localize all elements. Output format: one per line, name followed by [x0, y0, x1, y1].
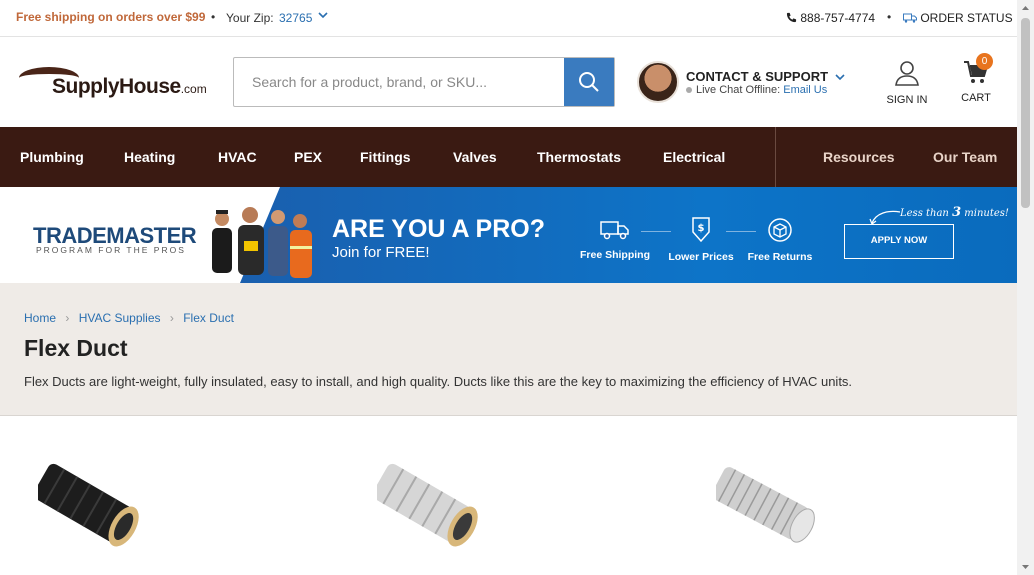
- search-button[interactable]: [564, 58, 614, 106]
- live-chat-status: Live Chat Offline: Email Us: [686, 84, 827, 96]
- nav-item-valves[interactable]: Valves: [453, 149, 497, 165]
- page-scrollbar[interactable]: [1017, 0, 1034, 575]
- search-icon: [579, 72, 599, 92]
- breadcrumb: Home › HVAC Supplies › Flex Duct: [24, 311, 234, 325]
- email-us-link[interactable]: Email Us: [783, 84, 827, 96]
- separator-dot: •: [887, 10, 892, 24]
- banner-heading: ARE YOU A PRO?: [332, 215, 545, 243]
- cart-label: CART: [961, 92, 991, 104]
- trademaster-tagline: PROGRAM FOR THE PROS: [36, 245, 186, 255]
- page-title: Flex Duct: [24, 335, 128, 361]
- nav-item-electrical[interactable]: Electrical: [663, 149, 725, 165]
- scroll-down-icon[interactable]: [1021, 562, 1030, 571]
- breadcrumb-flex-duct[interactable]: Flex Duct: [183, 311, 234, 325]
- apply-time-number: 3: [952, 205, 962, 220]
- free-shipping-notice[interactable]: Free shipping on orders over $99: [16, 10, 205, 24]
- nav-item-fittings[interactable]: Fittings: [360, 149, 411, 165]
- cart-button[interactable]: 0 CART: [958, 53, 994, 104]
- nav-item-thermostats[interactable]: Thermostats: [537, 149, 621, 165]
- phone-number: 888-757-4774: [800, 11, 876, 25]
- apply-time-note: Less than 3 minutes!: [900, 205, 1009, 220]
- category-header: Home › HVAC Supplies › Flex Duct Flex Du…: [0, 283, 1017, 416]
- banner-subheading: Join for FREE!: [332, 244, 430, 261]
- nav-item-resources[interactable]: Resources: [823, 149, 895, 165]
- breadcrumb-hvac-supplies[interactable]: HVAC Supplies: [79, 311, 161, 325]
- svg-text:$: $: [698, 223, 705, 234]
- feature-free-shipping: Free Shipping: [575, 217, 655, 261]
- utility-bar: Free shipping on orders over $99 • Your …: [0, 0, 1017, 37]
- order-status-link[interactable]: ORDER STATUS: [903, 11, 1013, 25]
- order-status-label: ORDER STATUS: [920, 11, 1013, 25]
- site-logo[interactable]: SupplyHouse.com: [19, 67, 209, 103]
- product-image-black-insulated-flex-duct[interactable]: [38, 460, 153, 560]
- nav-item-heating[interactable]: Heating: [124, 149, 175, 165]
- nav-divider: [775, 127, 776, 187]
- cart-count-badge: 0: [976, 53, 993, 70]
- category-description: Flex Ducts are light-weight, fully insul…: [24, 374, 853, 389]
- apply-time-post: minutes!: [964, 208, 1009, 219]
- chevron-down-icon: [835, 74, 845, 81]
- feature-lower-prices: $ Lower Prices: [661, 217, 741, 263]
- truck-icon: [903, 13, 917, 23]
- contact-support-menu[interactable]: CONTACT & SUPPORT: [686, 69, 845, 84]
- trademaster-promo-banner[interactable]: TRADEMASTER PROGRAM FOR THE PROS ARE YOU…: [0, 187, 1017, 283]
- feature-label: Free Shipping: [579, 249, 650, 261]
- feature-label: Lower Prices: [668, 251, 734, 263]
- user-icon: [895, 61, 919, 86]
- zip-value[interactable]: 32765: [279, 11, 312, 25]
- nav-item-pex[interactable]: PEX: [294, 149, 322, 165]
- search-input[interactable]: [234, 58, 565, 106]
- sign-in-label: SIGN IN: [886, 94, 928, 106]
- chevron-down-icon[interactable]: [318, 12, 328, 20]
- truck-icon: [600, 221, 629, 240]
- product-image-silver-insulated-flex-duct[interactable]: [377, 460, 492, 560]
- phone-link[interactable]: 888-757-4774: [786, 11, 875, 25]
- zip-label: Your Zip:: [226, 11, 274, 25]
- product-image-aluminum-flex-duct[interactable]: [716, 460, 831, 560]
- support-agent-avatar[interactable]: [637, 61, 679, 103]
- separator-dot: •: [211, 10, 216, 24]
- contact-support-label: CONTACT & SUPPORT: [686, 69, 829, 84]
- scrollbar-thumb[interactable]: [1021, 18, 1030, 208]
- return-box-icon: [768, 218, 792, 242]
- chat-status-text: Live Chat Offline:: [696, 84, 781, 96]
- offline-status-dot: [686, 87, 692, 94]
- site-header: SupplyHouse.com CONTACT & SUPPORT Live C…: [0, 37, 1017, 127]
- apply-time-pre: Less than: [900, 208, 949, 219]
- phone-icon: [786, 12, 797, 23]
- search-box: [233, 57, 615, 107]
- nav-item-hvac[interactable]: HVAC: [218, 149, 257, 165]
- sign-in-button[interactable]: SIGN IN: [884, 59, 930, 106]
- price-down-icon: $: [692, 217, 710, 243]
- logo-tld: .com: [180, 82, 207, 96]
- feature-free-returns: Free Returns: [740, 217, 820, 263]
- main-navigation: Plumbing Heating HVAC PEX Fittings Valve…: [0, 127, 1017, 187]
- feature-label: Free Returns: [747, 251, 813, 263]
- breadcrumb-home[interactable]: Home: [24, 311, 56, 325]
- breadcrumb-chevron-icon: ›: [169, 311, 174, 325]
- nav-item-plumbing[interactable]: Plumbing: [20, 149, 84, 165]
- scroll-up-icon[interactable]: [1021, 4, 1030, 13]
- nav-item-our-team[interactable]: Our Team: [933, 149, 997, 165]
- breadcrumb-chevron-icon: ›: [65, 311, 70, 325]
- logo-name: SupplyHouse: [52, 75, 181, 98]
- apply-now-button[interactable]: APPLY NOW: [844, 224, 954, 259]
- pro-team-photo: [212, 207, 312, 278]
